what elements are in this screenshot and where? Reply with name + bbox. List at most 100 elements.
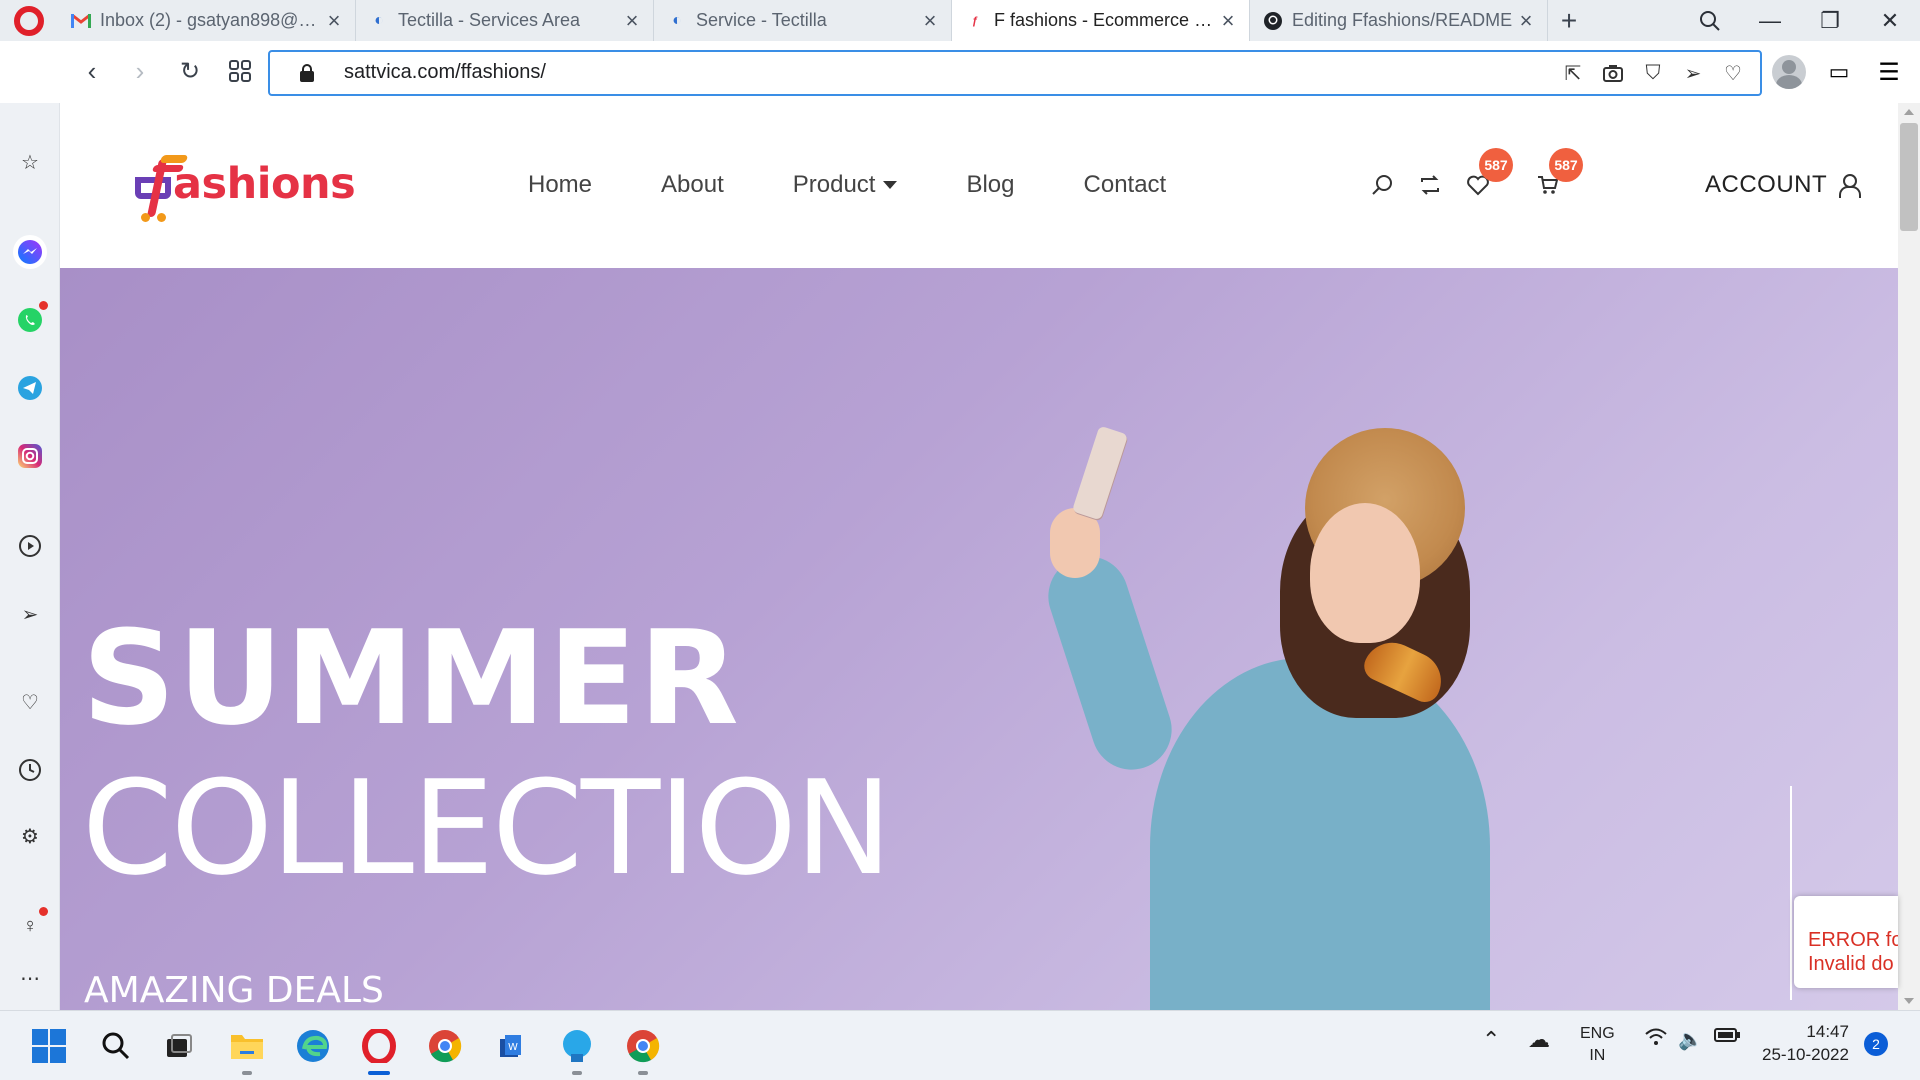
- share-icon[interactable]: ⇱: [1560, 60, 1586, 86]
- nav-about[interactable]: About: [661, 171, 724, 199]
- reload-button[interactable]: ↻: [172, 53, 208, 89]
- close-window-button[interactable]: ✕: [1860, 0, 1920, 41]
- telegram-icon[interactable]: [13, 371, 47, 405]
- start-button[interactable]: [26, 1023, 72, 1069]
- nav-contact[interactable]: Contact: [1084, 171, 1167, 199]
- tab-search-button[interactable]: [1680, 0, 1740, 41]
- error-line2: Invalid do: [1808, 953, 1894, 975]
- close-tab-icon[interactable]: ×: [323, 8, 345, 33]
- error-notification[interactable]: ERROR fo Invalid do: [1794, 896, 1898, 988]
- opera-menu-button[interactable]: [0, 0, 58, 41]
- send-icon[interactable]: ➢: [1680, 60, 1706, 86]
- address-bar[interactable]: sattvica.com/ffashions/ ⇱ ⛉ ➢ ♡: [268, 50, 1762, 96]
- tab-title: Tectilla - Services Area: [398, 10, 581, 30]
- snapshot-icon[interactable]: [1600, 60, 1626, 86]
- tab-tectilla-services[interactable]: ◐ Tectilla - Services Area ×: [356, 0, 654, 41]
- easy-setup-icon[interactable]: ☰: [1872, 55, 1906, 89]
- notification-count-badge[interactable]: 2: [1864, 1032, 1888, 1056]
- restore-button[interactable]: ❐: [1800, 0, 1860, 41]
- new-tab-button[interactable]: +: [1548, 0, 1590, 41]
- close-tab-icon[interactable]: ×: [621, 8, 643, 33]
- tab-service-tectilla[interactable]: ◐ Service - Tectilla ×: [654, 0, 952, 41]
- task-view-icon: [167, 1034, 192, 1057]
- volume-icon[interactable]: 🔈: [1678, 1027, 1703, 1052]
- close-tab-icon[interactable]: ×: [1217, 8, 1239, 33]
- account-label: ACCOUNT: [1705, 171, 1828, 198]
- language-indicator[interactable]: ENG IN: [1580, 1023, 1615, 1067]
- chrome-button-2[interactable]: [620, 1023, 666, 1075]
- scroll-down-arrow-icon[interactable]: [1904, 998, 1914, 1004]
- wifi-icon[interactable]: [1644, 1027, 1668, 1053]
- hero-model-image: [980, 425, 1580, 1010]
- scroll-up-arrow-icon[interactable]: [1904, 109, 1914, 115]
- cart-icon[interactable]: 587: [1533, 148, 1583, 200]
- tab-github-readme[interactable]: Editing Ffashions/README ×: [1250, 0, 1548, 41]
- whatsapp-icon[interactable]: [13, 301, 48, 337]
- url-text[interactable]: sattvica.com/ffashions/: [344, 61, 546, 84]
- bookmark-heart-icon[interactable]: ♡: [1720, 60, 1746, 86]
- close-tab-icon[interactable]: ×: [919, 8, 941, 33]
- chrome-button[interactable]: [422, 1023, 468, 1069]
- scroll-thumb[interactable]: [1900, 123, 1918, 231]
- tips-lightbulb-icon[interactable]: ♀: [13, 907, 48, 943]
- tab-gmail[interactable]: Inbox (2) - gsatyan898@gm ×: [58, 0, 356, 41]
- back-button[interactable]: ‹: [74, 53, 110, 89]
- tab-ffashions[interactable]: ƒ F fashions - Ecommerce Sys ×: [952, 0, 1250, 41]
- compare-icon[interactable]: [1415, 170, 1445, 200]
- notification-dot: [39, 907, 48, 916]
- app-button-2[interactable]: [554, 1023, 600, 1075]
- profile-avatar[interactable]: [1772, 55, 1806, 89]
- player-icon[interactable]: [13, 529, 47, 563]
- tab-grid-button[interactable]: [222, 53, 258, 89]
- tab-title: Service - Tectilla: [696, 10, 827, 30]
- webpage: ashions Home About Product Blog Contact …: [60, 103, 1898, 1010]
- tectilla-icon: ◐: [374, 11, 384, 29]
- my-flow-icon[interactable]: ➢: [13, 597, 47, 631]
- nav-product[interactable]: Product: [793, 171, 898, 199]
- edge-button[interactable]: [290, 1023, 336, 1069]
- messenger-icon[interactable]: [13, 235, 47, 269]
- battery-icon[interactable]: [1714, 1027, 1740, 1048]
- app-button[interactable]: W: [488, 1023, 534, 1069]
- lock-icon: [300, 64, 314, 82]
- windows-logo-icon: [32, 1029, 66, 1063]
- search-icon: [1700, 10, 1720, 31]
- file-explorer-button[interactable]: [224, 1023, 270, 1075]
- gmail-icon: [70, 10, 92, 32]
- instagram-icon[interactable]: [13, 439, 47, 473]
- adblock-shield-icon[interactable]: ⛉: [1640, 60, 1666, 86]
- onedrive-cloud-icon[interactable]: ☁: [1528, 1027, 1550, 1053]
- wishlist-heart-icon[interactable]: 587: [1463, 148, 1513, 200]
- ffashions-icon: ƒ: [971, 14, 979, 27]
- speed-dial-icon[interactable]: ☆: [13, 145, 47, 179]
- more-options-icon[interactable]: ⋯: [13, 961, 47, 995]
- battery-saver-icon[interactable]: ▭: [1822, 55, 1856, 89]
- windows-taskbar: W ⌃ ☁ ENG IN 🔈 14:47 25-10-2022 2: [0, 1010, 1920, 1080]
- page-scrollbar[interactable]: [1898, 103, 1920, 1010]
- browser-tab-bar: Inbox (2) - gsatyan898@gm × ◐ Tectilla -…: [0, 0, 1920, 41]
- logo-text: ashions: [173, 159, 356, 209]
- opera-taskbar-button[interactable]: [356, 1023, 402, 1075]
- nav-blog[interactable]: Blog: [966, 171, 1014, 199]
- main-navigation: Home About Product Blog Contact: [528, 171, 1235, 199]
- task-view-button[interactable]: [156, 1023, 202, 1069]
- show-hidden-icons-chevron-icon[interactable]: ⌃: [1482, 1027, 1500, 1053]
- nav-home[interactable]: Home: [528, 171, 592, 199]
- minimize-button[interactable]: —: [1740, 0, 1800, 41]
- dropdown-caret-icon: [883, 181, 898, 189]
- bookmarks-heart-icon[interactable]: ♡: [13, 685, 47, 719]
- account-link[interactable]: ACCOUNT: [1705, 171, 1862, 199]
- search-icon[interactable]: [1367, 170, 1397, 200]
- forward-button[interactable]: ›: [122, 53, 158, 89]
- close-tab-icon[interactable]: ×: [1515, 8, 1537, 33]
- ffashions-logo[interactable]: ashions: [135, 143, 356, 233]
- settings-gear-icon[interactable]: ⚙: [13, 819, 47, 853]
- history-clock-icon[interactable]: [13, 753, 47, 787]
- chrome-icon: [429, 1030, 462, 1063]
- taskbar-search-button[interactable]: [93, 1023, 139, 1069]
- error-line1: ERROR fo: [1808, 929, 1898, 951]
- hero-title-line2: COLLECTION: [82, 752, 892, 904]
- clock-time: 14:47: [1806, 1022, 1849, 1041]
- opera-logo-icon: [14, 5, 44, 36]
- system-clock[interactable]: 14:47 25-10-2022: [1762, 1020, 1849, 1066]
